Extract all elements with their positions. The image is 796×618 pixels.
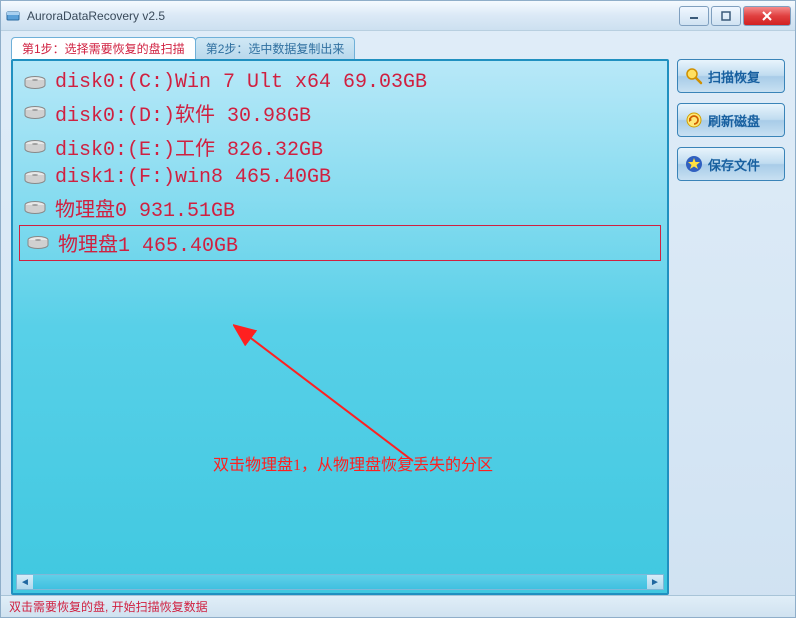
- disk-icon: [23, 104, 47, 122]
- minimize-button[interactable]: [679, 6, 709, 26]
- titlebar[interactable]: AuroraDataRecovery v2.5: [1, 1, 795, 31]
- disk-label: disk0:(E:)工作 826.32GB: [55, 132, 323, 162]
- horizontal-scrollbar[interactable]: ◄ ►: [16, 574, 664, 590]
- disk-panel: disk0:(C:)Win 7 Ult x64 69.03GB disk0:(D:…: [11, 59, 669, 595]
- disk-icon: [23, 74, 47, 92]
- refresh-disk-button[interactable]: 刷新磁盘: [677, 103, 785, 137]
- disk-label: disk0:(D:)软件 30.98GB: [55, 98, 311, 128]
- magnifier-icon: [684, 66, 704, 86]
- button-label: 刷新磁盘: [708, 111, 760, 130]
- disk-row[interactable]: disk1:(F:)win8 465.40GB: [17, 164, 663, 191]
- content-area: 第1步：选择需要恢复的盘扫描 第2步：选中数据复制出来 disk0:(C:)Wi…: [1, 31, 795, 595]
- disk-row[interactable]: 物理盘1 465.40GB: [19, 225, 661, 261]
- tab-step1[interactable]: 第1步：选择需要恢复的盘扫描: [11, 37, 196, 59]
- refresh-icon: [684, 110, 704, 130]
- annotation-text: 双击物理盘1，从物理盘恢复丢失的分区: [213, 451, 493, 475]
- disk-row[interactable]: 物理盘0 931.51GB: [17, 191, 663, 225]
- disk-label: 物理盘1 465.40GB: [58, 228, 238, 258]
- scan-recover-button[interactable]: 扫描恢复: [677, 59, 785, 93]
- disk-label: 物理盘0 931.51GB: [55, 193, 235, 223]
- disk-list: disk0:(C:)Win 7 Ult x64 69.03GB disk0:(D:…: [13, 61, 667, 261]
- maximize-button[interactable]: [711, 6, 741, 26]
- tab-label: 第2步：选中数据复制出来: [206, 40, 345, 57]
- close-button[interactable]: [743, 6, 791, 26]
- disk-row[interactable]: disk0:(C:)Win 7 Ult x64 69.03GB: [17, 69, 663, 96]
- disk-row[interactable]: disk0:(D:)软件 30.98GB: [17, 96, 663, 130]
- disk-label: disk0:(C:)Win 7 Ult x64 69.03GB: [55, 71, 427, 94]
- disk-icon: [23, 169, 47, 187]
- app-icon: [5, 8, 21, 24]
- action-buttons: 扫描恢复 刷新磁盘: [677, 37, 785, 595]
- disk-label: disk1:(F:)win8 465.40GB: [55, 166, 331, 189]
- tab-label: 第1步：选择需要恢复的盘扫描: [22, 40, 185, 57]
- disk-icon: [23, 138, 47, 156]
- button-label: 保存文件: [708, 155, 760, 174]
- tab-step2[interactable]: 第2步：选中数据复制出来: [195, 37, 356, 59]
- main-panel-area: 第1步：选择需要恢复的盘扫描 第2步：选中数据复制出来 disk0:(C:)Wi…: [11, 37, 669, 595]
- scroll-track[interactable]: [33, 575, 647, 589]
- scroll-right-button[interactable]: ►: [647, 575, 663, 589]
- save-file-button[interactable]: 保存文件: [677, 147, 785, 181]
- status-bar: 双击需要恢复的盘, 开始扫描恢复数据: [1, 595, 795, 617]
- button-label: 扫描恢复: [708, 67, 760, 86]
- window-controls: [679, 6, 791, 26]
- save-star-icon: [684, 154, 704, 174]
- disk-icon: [23, 199, 47, 217]
- app-window: AuroraDataRecovery v2.5 第1步：选择需要恢复的盘扫描 第…: [0, 0, 796, 618]
- status-text: 双击需要恢复的盘, 开始扫描恢复数据: [9, 598, 208, 615]
- window-title: AuroraDataRecovery v2.5: [27, 9, 679, 23]
- disk-row[interactable]: disk0:(E:)工作 826.32GB: [17, 130, 663, 164]
- step-tabs: 第1步：选择需要恢复的盘扫描 第2步：选中数据复制出来: [11, 37, 669, 59]
- scroll-left-button[interactable]: ◄: [17, 575, 33, 589]
- disk-icon: [26, 234, 50, 252]
